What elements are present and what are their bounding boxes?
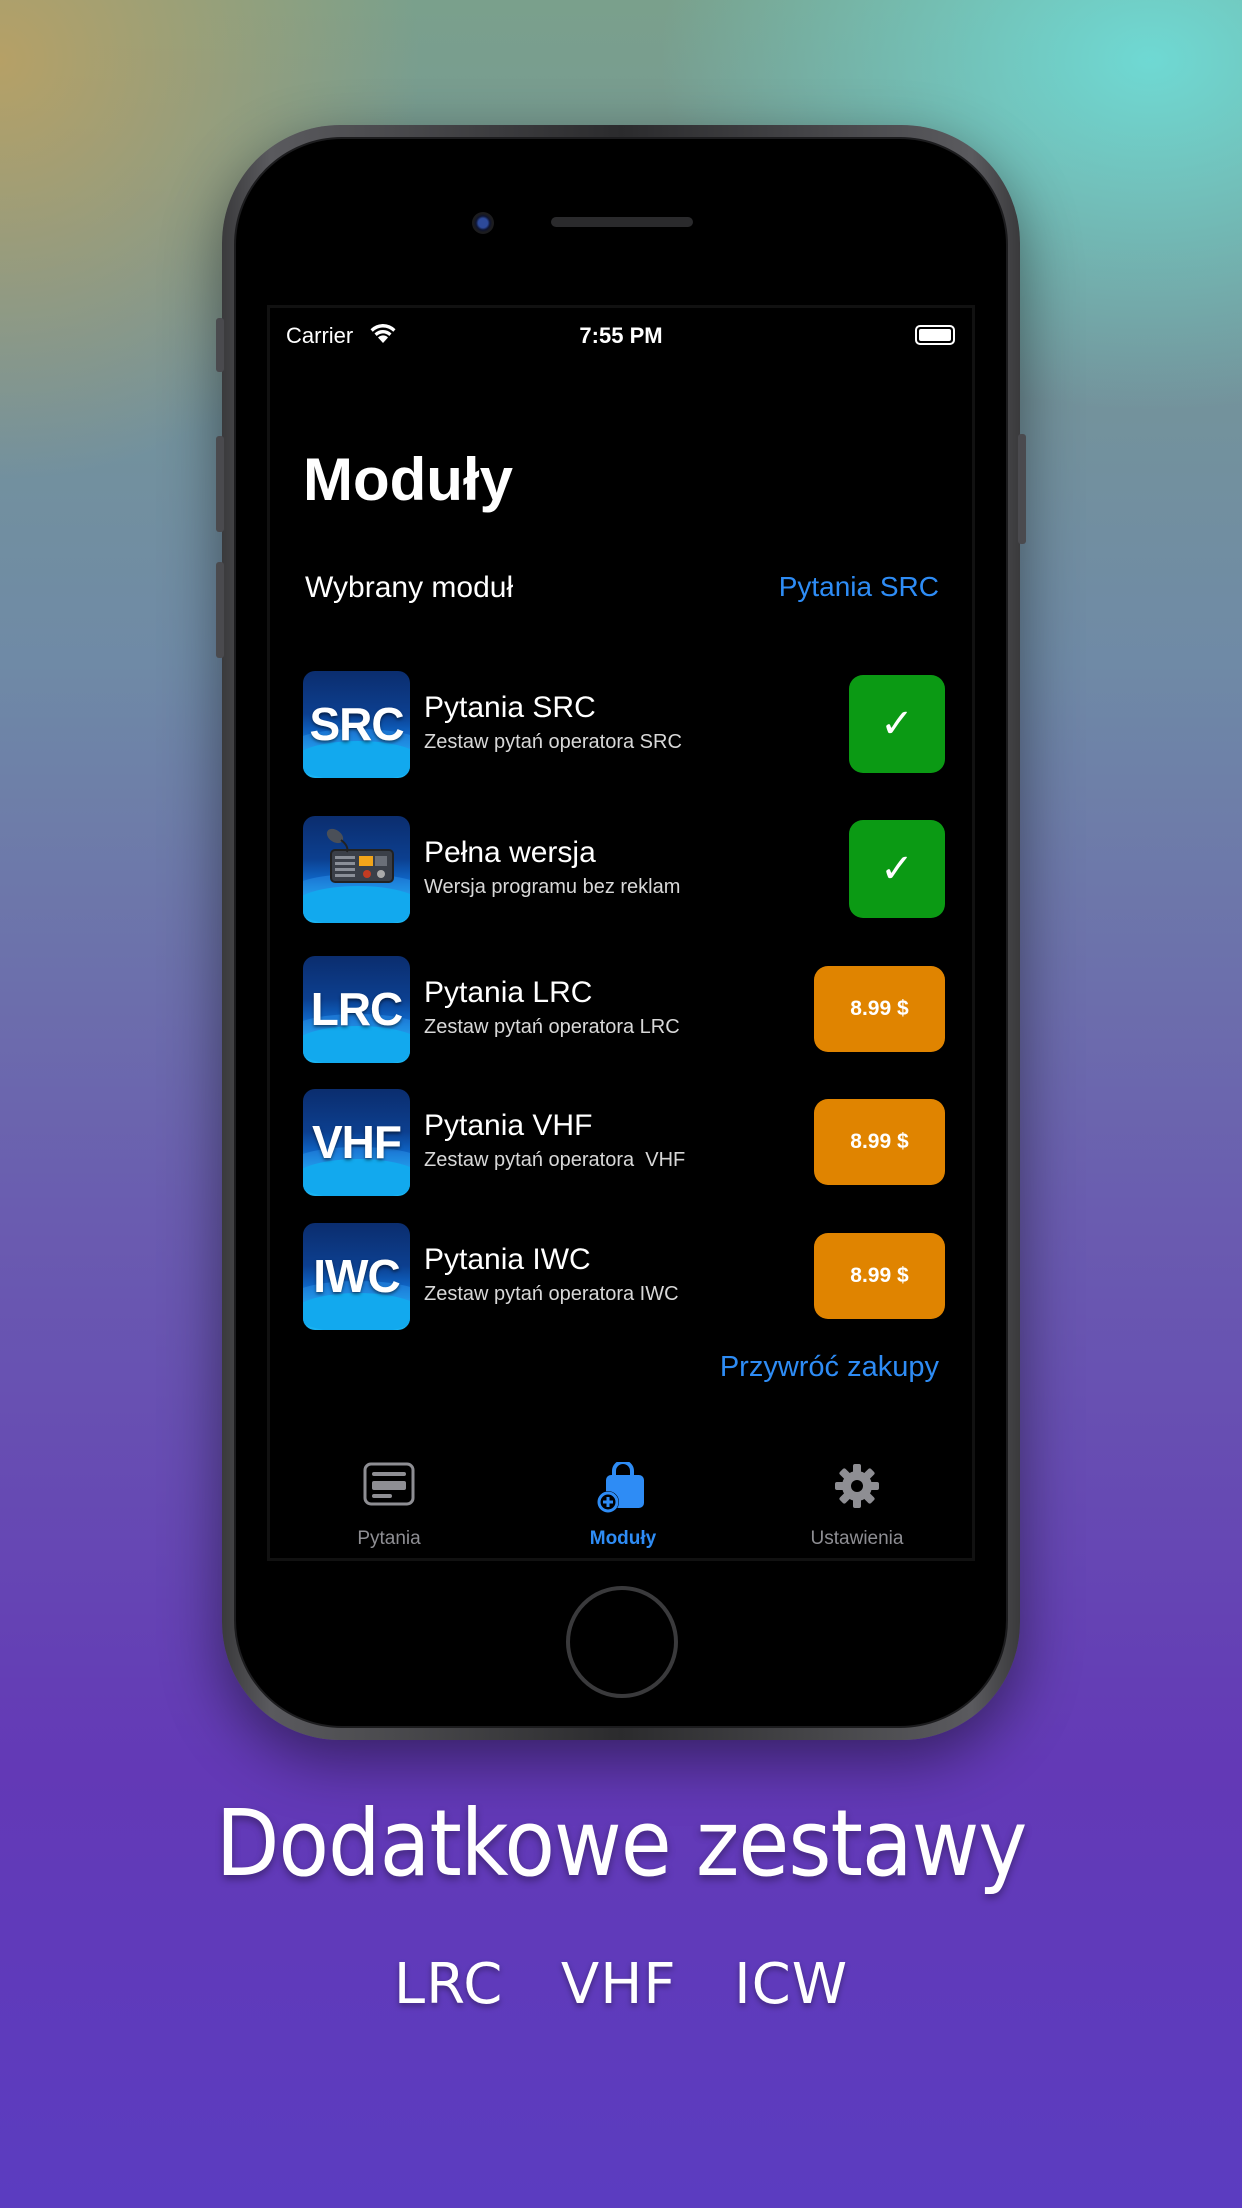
selected-module-label: Wybrany moduł — [305, 571, 514, 604]
status-bar: Carrier 7:55 PM — [270, 308, 972, 360]
buy-price-button[interactable]: 8.99 $ — [814, 966, 945, 1052]
module-name: Pełna wersja — [424, 836, 596, 869]
module-name: Pytania LRC — [424, 976, 593, 1009]
module-name: Pytania IWC — [424, 1243, 591, 1276]
mute-switch — [216, 318, 224, 372]
home-button[interactable] — [566, 1586, 678, 1698]
module-row-full-version[interactable]: Pełna wersja Wersja programu bez reklam … — [303, 816, 945, 924]
restore-purchases-link[interactable]: Przywróć zakupy — [720, 1351, 939, 1384]
status-time: 7:55 PM — [579, 323, 663, 348]
selected-module-value[interactable]: Pytania SRC — [779, 571, 939, 603]
tab-bar: Pytania Moduły Ustawienia — [270, 1450, 972, 1558]
tab-pytania[interactable]: Pytania — [272, 1450, 506, 1558]
owned-checkmark-button[interactable]: ✓ — [849, 675, 945, 773]
front-camera — [472, 212, 494, 234]
module-row-vhf[interactable]: VHF Pytania VHF Zestaw pytań operatora V… — [303, 1089, 945, 1197]
module-description: Zestaw pytań operatora IWC — [424, 1283, 679, 1305]
owned-checkmark-button[interactable]: ✓ — [849, 820, 945, 918]
volume-up-button — [216, 436, 224, 532]
module-description: Wersja programu bez reklam — [424, 876, 681, 898]
radio-icon — [303, 816, 410, 923]
volume-down-button — [216, 562, 224, 658]
module-name: Pytania VHF — [424, 1109, 593, 1142]
buy-price-button[interactable]: 8.99 $ — [814, 1099, 945, 1185]
lrc-module-icon: LRC — [303, 956, 410, 1063]
tab-moduly[interactable]: Moduły — [506, 1450, 740, 1558]
module-description: Zestaw pytań operatora SRC — [424, 731, 682, 753]
module-row-iwc[interactable]: IWC Pytania IWC Zestaw pytań operatora I… — [303, 1223, 945, 1331]
gear-icon — [835, 1464, 879, 1508]
caption-subtitle: LRC VHF ICW — [393, 1952, 849, 2017]
power-button — [1018, 434, 1026, 544]
earpiece-speaker — [551, 217, 693, 227]
iwc-module-icon: IWC — [303, 1223, 410, 1330]
buy-price-button[interactable]: 8.99 $ — [814, 1233, 945, 1319]
battery-icon — [915, 325, 955, 345]
tab-label: Moduły — [589, 1528, 657, 1549]
module-row-lrc[interactable]: LRC Pytania LRC Zestaw pytań operatora L… — [303, 956, 945, 1064]
shopping-bag-icon — [597, 1462, 644, 1513]
module-description: Zestaw pytań operatora VHF — [424, 1149, 686, 1171]
tab-label: Ustawienia — [810, 1528, 904, 1549]
module-name: Pytania SRC — [424, 691, 596, 724]
module-row-src[interactable]: SRC Pytania SRC Zestaw pytań operatora S… — [303, 671, 945, 779]
questions-icon — [363, 1462, 415, 1506]
module-description: Zestaw pytań operatora LRC — [424, 1016, 680, 1038]
vhf-module-icon: VHF — [303, 1089, 410, 1196]
src-module-icon: SRC — [303, 671, 410, 778]
tab-ustawienia[interactable]: Ustawienia — [740, 1450, 972, 1558]
page-title: Moduły — [303, 446, 513, 513]
tab-label: Pytania — [357, 1528, 421, 1549]
app-screen: Carrier 7:55 PM Moduły Wybrany moduł Pyt… — [267, 305, 975, 1561]
caption-title: Dodatkowe zestawy — [215, 1790, 1028, 1897]
